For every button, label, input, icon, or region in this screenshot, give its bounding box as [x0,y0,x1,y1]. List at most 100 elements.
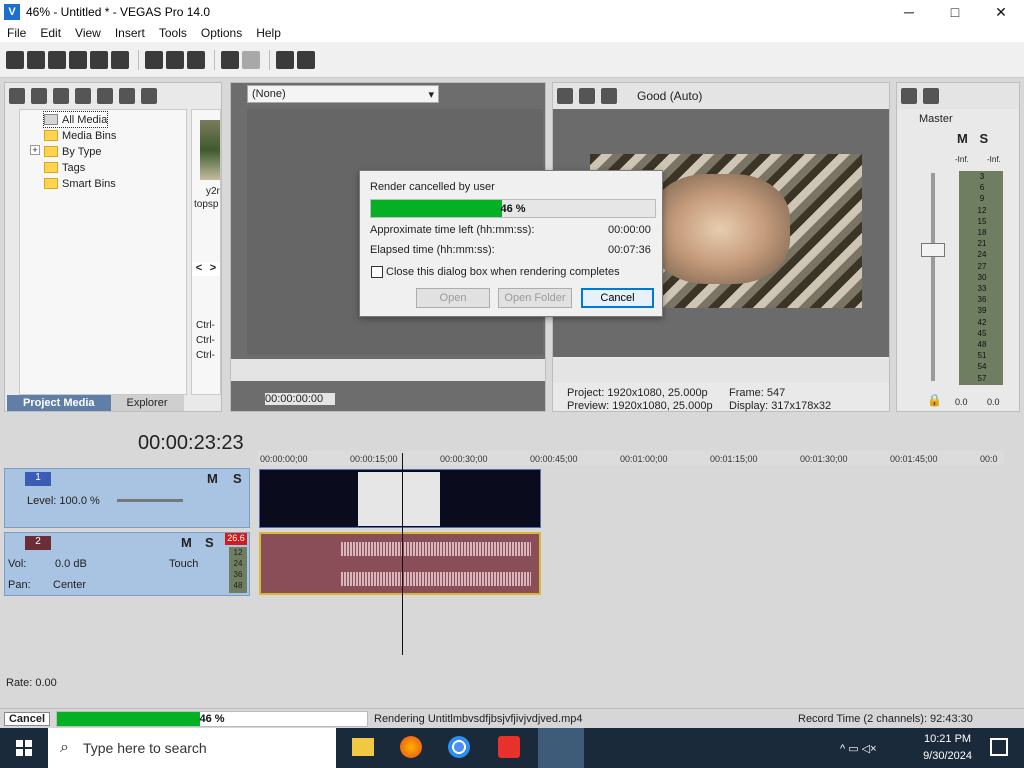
maximize-button[interactable]: □ [932,0,978,24]
video-track-mute-button[interactable]: M [207,471,218,486]
undo-icon[interactable] [221,50,239,69]
tray-clock[interactable]: 10:21 PM 9/30/2024 [923,731,972,765]
menu-view[interactable]: View [68,26,108,40]
paste-icon[interactable] [187,50,205,69]
vegas-app-icon: V [4,4,20,20]
plugin-hand-icon[interactable] [276,50,294,69]
cut-icon[interactable] [145,50,163,69]
media-fx-icon[interactable] [141,88,157,104]
save-as-icon[interactable] [69,50,87,69]
clock-time: 10:21 PM [923,733,972,745]
properties-gear-icon[interactable] [111,50,129,69]
nav-prev-button[interactable]: < [192,262,206,276]
scale-tick: 27 [977,261,987,271]
tab-project-media[interactable]: Project Media [7,395,111,411]
menu-tools[interactable]: Tools [152,26,194,40]
preview-properties-icon[interactable] [557,88,573,104]
master-bus-icon[interactable] [923,88,939,104]
render-as-icon[interactable] [90,50,108,69]
touch-mode[interactable]: Touch [169,558,198,570]
menu-insert[interactable]: Insert [108,26,152,40]
media-tree: All Media Media Bins By Type + Tags Smar… [19,109,187,395]
frame-label: Frame: [729,387,764,399]
remove-media-icon[interactable] [97,88,113,104]
preview-device-icon[interactable] [579,88,595,104]
audio-clip[interactable] [259,532,541,595]
download-manager-icon[interactable] [498,736,520,758]
master-mute-button[interactable]: M [957,131,968,146]
copy-icon[interactable] [166,50,184,69]
expand-by-type-icon[interactable]: + [30,145,40,155]
lock-icon[interactable]: 🔒 [927,393,942,407]
redo-icon[interactable] [242,50,260,69]
minimize-button[interactable]: ─ [886,0,932,24]
vol-value: 0.0 dB [55,558,87,570]
tree-media-bins[interactable]: Media Bins [44,128,116,143]
trimmer-dropdown[interactable]: (None) ▾ [247,85,439,103]
video-clip[interactable] [259,469,541,528]
extract-audio-icon[interactable] [53,88,69,104]
status-progress-label: 46 % [199,713,225,725]
master-solo-button[interactable]: S [979,131,988,146]
save-icon[interactable] [48,50,66,69]
menu-file[interactable]: File [0,26,33,40]
open-folder-button[interactable]: Open Folder [498,288,572,308]
tray-icons: ^ ▭ ◁× [840,743,877,755]
preview-quality[interactable]: Good (Auto) [637,89,702,103]
capture-video-icon[interactable] [31,88,47,104]
tree-tags[interactable]: Tags [44,160,85,175]
playhead-cursor[interactable] [402,453,403,655]
master-fader-handle[interactable] [921,243,945,257]
master-properties-icon[interactable] [901,88,917,104]
windows-start-icon[interactable] [16,740,32,756]
get-media-web-icon[interactable] [75,88,91,104]
track-number: 1 [25,472,51,486]
tree-smart-bins[interactable]: Smart Bins [44,176,116,191]
taskbar-search[interactable]: ⌕ Type here to search [48,728,336,768]
open-button[interactable]: Open [416,288,490,308]
tree-label: By Type [62,145,102,158]
scale-tick: 42 [977,317,987,327]
vegas-taskbar-icon[interactable] [538,728,584,768]
import-media-icon[interactable] [9,88,25,104]
audio-track-mute-button[interactable]: M [181,535,192,550]
menu-help[interactable]: Help [249,26,288,40]
trimmer-timecode[interactable]: 00:00:00:00 [265,393,335,405]
nav-next-button[interactable]: > [206,262,220,276]
timeline-timecode: 00:00:23:23 [138,432,244,454]
status-cancel-button[interactable]: Cancel [4,712,50,726]
audio-track-header[interactable]: 2 M S 26.6 Vol: 0.0 dB Touch Pan: Center… [4,532,250,596]
chrome-icon[interactable] [448,736,470,758]
preview-transport [553,359,889,383]
video-track-solo-button[interactable]: S [233,471,242,486]
video-level-slider[interactable] [117,499,183,502]
dialog-cancel-button[interactable]: Cancel [581,288,654,308]
split-screen-icon[interactable] [601,88,617,104]
preview-value: 1920x1080, 25.000p [612,400,713,412]
firefox-icon[interactable] [400,736,422,758]
new-project-icon[interactable] [6,50,24,69]
close-when-complete-checkbox[interactable] [371,266,383,278]
tree-by-type[interactable]: By Type [44,144,102,159]
audio-track-solo-button[interactable]: S [205,535,214,550]
preview-label: Preview: [567,400,610,412]
toolbar-divider [214,49,215,70]
master-bus-panel: Master M S -Inf. -Inf. 3 6 9 12 15 18 21… [896,82,1020,412]
tree-all-media[interactable]: All Media [42,111,109,128]
help-whats-this-icon[interactable] [297,50,315,69]
open-icon[interactable] [27,50,45,69]
video-track-header[interactable]: 1 M S Level: 100.0 % [4,468,250,528]
elapsed-value: 00:07:36 [608,244,651,256]
media-thumbnail[interactable] [200,120,220,180]
scale-tick: 15 [977,216,987,226]
tab-explorer[interactable]: Explorer [110,395,184,411]
file-explorer-icon[interactable] [352,738,374,756]
timeline-ruler[interactable]: 00:00:00;00 00:00:15;00 00:00:30;00 00:0… [258,451,1004,465]
notification-icon[interactable] [990,738,1008,756]
close-button[interactable]: ✕ [978,0,1024,24]
scale-tick: 54 [977,362,987,372]
media-properties-icon[interactable] [119,88,135,104]
chevron-down-icon: ▾ [428,89,434,101]
menu-options[interactable]: Options [194,26,249,40]
menu-edit[interactable]: Edit [33,26,68,40]
